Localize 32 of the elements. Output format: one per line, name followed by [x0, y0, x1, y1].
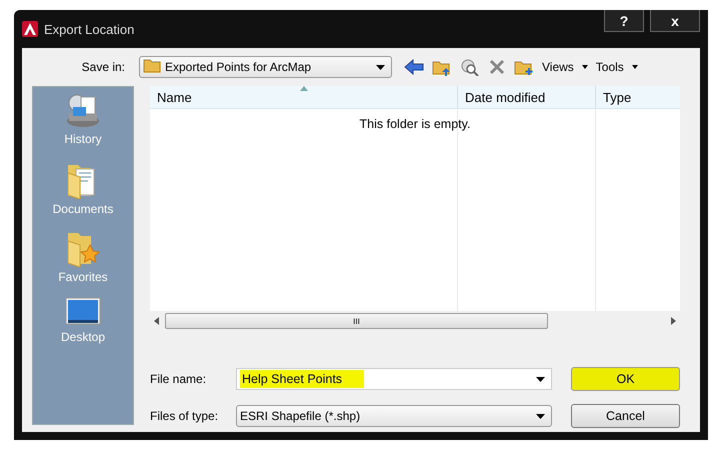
- back-arrow-icon[interactable]: [404, 59, 424, 75]
- column-header[interactable]: Date modified: [458, 86, 596, 108]
- views-menu[interactable]: Views: [542, 60, 588, 74]
- close-button[interactable]: x: [650, 10, 700, 32]
- help-button[interactable]: ?: [604, 10, 644, 32]
- file-name-input[interactable]: Help Sheet Points: [240, 370, 364, 388]
- desktop-icon: [65, 297, 101, 327]
- file-type-dropdown[interactable]: ESRI Shapefile (*.shp): [236, 405, 552, 427]
- scroll-left-icon[interactable]: [154, 317, 159, 325]
- scroll-thumb[interactable]: III: [165, 313, 548, 329]
- empty-folder-message: This folder is empty.: [358, 117, 472, 131]
- delete-icon[interactable]: [488, 58, 506, 76]
- sort-arrow-icon: [300, 86, 308, 91]
- caret-icon: [376, 64, 385, 70]
- search-icon[interactable]: [460, 58, 480, 76]
- horizontal-scrollbar[interactable]: III: [150, 311, 680, 331]
- caret-icon: [536, 376, 545, 382]
- file-name-field[interactable]: Help Sheet Points: [236, 368, 552, 390]
- dialog-button[interactable]: Cancel: [571, 404, 680, 428]
- scroll-right-icon[interactable]: [671, 317, 676, 325]
- file-name-label: File name:: [150, 372, 208, 386]
- caret-icon: [536, 414, 545, 418]
- caret-icon: [632, 65, 638, 69]
- file-type-label: Files of type:: [150, 409, 220, 423]
- dialog-button[interactable]: OK: [571, 367, 680, 391]
- window-title: Export Location: [44, 22, 136, 36]
- save-in-dropdown[interactable]: Exported Points for ArcMap: [139, 56, 392, 78]
- tools-menu[interactable]: Tools: [596, 60, 638, 74]
- column-header[interactable]: Type: [596, 86, 680, 108]
- caret-icon: [582, 65, 588, 69]
- app-logo-icon: [22, 21, 38, 37]
- save-in-label: Save in:: [80, 60, 126, 74]
